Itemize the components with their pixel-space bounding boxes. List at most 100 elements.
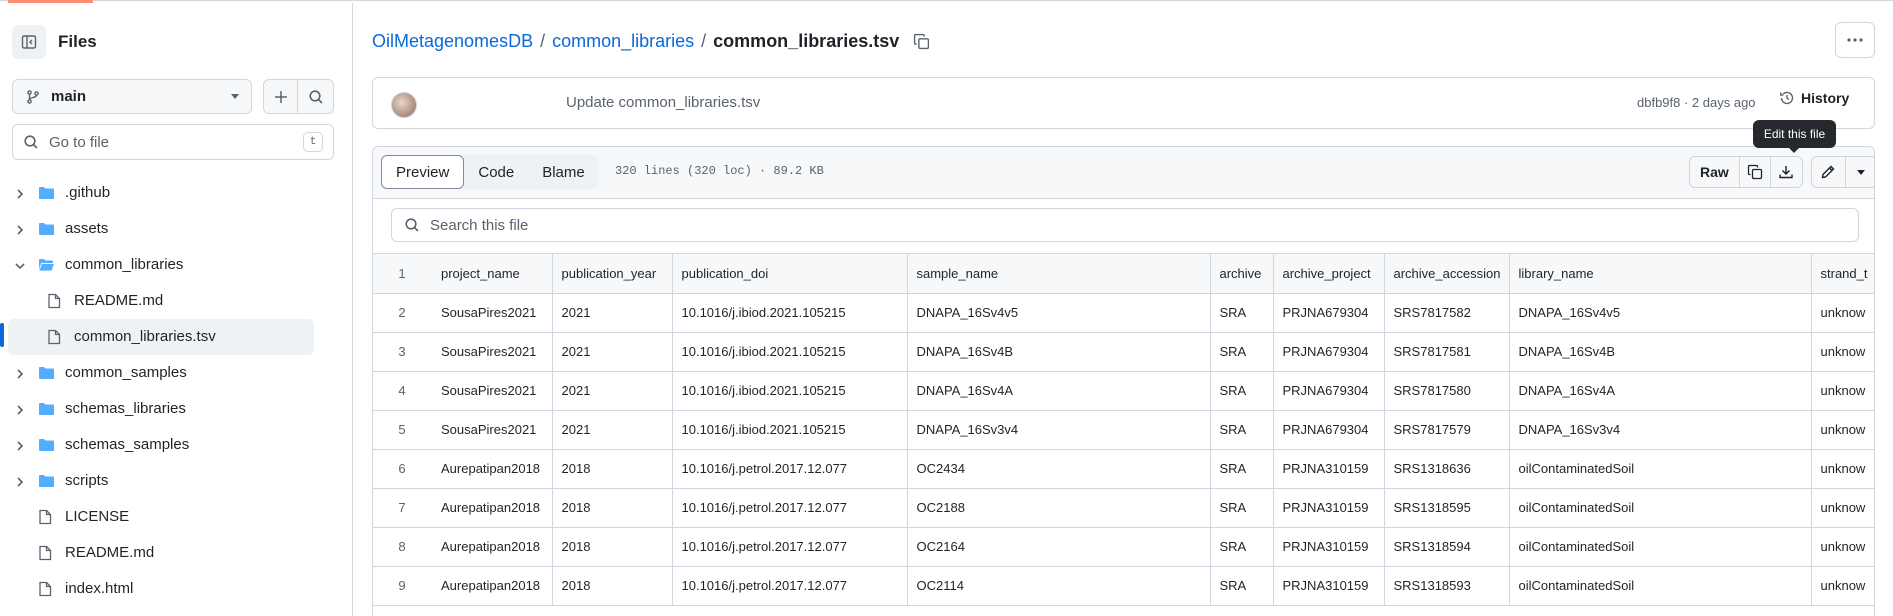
tree-item-label: scripts	[65, 472, 109, 489]
table-cell: PRJNA310159	[1273, 527, 1385, 567]
folder-icon	[38, 221, 55, 241]
top-border	[0, 0, 1893, 1]
file-icon	[47, 329, 61, 349]
latest-commit-bar: Update common_libraries.tsv dbfb9f8 · 2 …	[372, 77, 1875, 129]
table-cell: 2021	[552, 410, 673, 450]
raw-button[interactable]: Raw	[1690, 157, 1740, 187]
line-number[interactable]: 1	[373, 254, 432, 294]
copy-raw-button[interactable]	[1740, 157, 1771, 187]
tree-item-label: README.md	[65, 544, 155, 561]
table-cell: Aurepatipan2018	[432, 488, 553, 528]
view-mode-tabs: Preview Code Blame	[381, 155, 599, 189]
file-tree-sidebar: Files main Go to file t .github assets c…	[0, 3, 353, 616]
copy-icon	[1747, 164, 1762, 180]
branch-selector[interactable]: main	[12, 79, 252, 114]
table-cell: 10.1016/j.ibiod.2021.105215	[672, 293, 908, 333]
breadcrumb-repo-link[interactable]: OilMetagenomesDB	[372, 31, 533, 52]
breadcrumb-separator: /	[701, 30, 707, 51]
commit-sha-and-date[interactable]: dbfb9f8 · 2 days ago	[1637, 95, 1756, 110]
folder-icon	[38, 185, 55, 205]
history-label: History	[1801, 90, 1850, 106]
add-file-button[interactable]	[263, 79, 298, 114]
branch-name: main	[51, 88, 87, 105]
line-number[interactable]: 6	[373, 449, 432, 489]
table-cell: SRS7817581	[1384, 332, 1510, 372]
search-file-placeholder: Search this file	[430, 216, 529, 234]
avatar[interactable]	[391, 92, 417, 118]
breadcrumb-current-file: common_libraries.tsv	[713, 30, 900, 51]
tree-folder-schemas-libraries[interactable]: schemas_libraries	[0, 391, 352, 427]
history-button[interactable]: History	[1779, 90, 1849, 106]
tree-file-readme-root[interactable]: README.md	[0, 535, 352, 571]
line-number[interactable]: 5	[373, 410, 432, 450]
folder-open-icon	[38, 257, 56, 277]
commit-message-link[interactable]: Update common_libraries.tsv	[566, 94, 760, 111]
table-cell: SRA	[1210, 566, 1274, 606]
table-cell: SRA	[1210, 527, 1274, 567]
table-cell: DNAPA_16Sv4A	[907, 371, 1211, 411]
more-options-button[interactable]	[1835, 22, 1875, 58]
tree-folder-github[interactable]: .github	[0, 175, 352, 211]
file-actions: Raw	[1689, 156, 1874, 188]
table-cell: SRS1318594	[1384, 527, 1510, 567]
table-cell: SousaPires2021	[432, 410, 553, 450]
tree-folder-schemas-samples[interactable]: schemas_samples	[0, 427, 352, 463]
tab-preview[interactable]: Preview	[381, 155, 465, 189]
column-header: archive_project	[1273, 254, 1385, 294]
table-cell: unknow	[1811, 527, 1874, 567]
table-cell: PRJNA679304	[1273, 371, 1385, 411]
copy-path-button[interactable]	[913, 33, 930, 50]
search-files-button[interactable]	[297, 79, 334, 114]
tree-item-label: assets	[65, 220, 109, 237]
tree-file-license[interactable]: LICENSE	[0, 499, 352, 535]
tree-item-label: common_libraries.tsv	[74, 328, 216, 345]
tree-folder-assets[interactable]: assets	[0, 211, 352, 247]
tree-item-label: index.html	[65, 580, 134, 597]
table-cell: unknow	[1811, 293, 1874, 333]
line-number[interactable]: 3	[373, 332, 432, 372]
table-cell: DNAPA_16Sv4v5	[1509, 293, 1812, 333]
table-cell: PRJNA679304	[1273, 332, 1385, 372]
tree-file-readme[interactable]: README.md	[0, 283, 352, 319]
line-number[interactable]: 4	[373, 371, 432, 411]
table-cell: SRS7817582	[1384, 293, 1510, 333]
line-number[interactable]: 9	[373, 566, 432, 606]
tree-file-common-libraries-tsv[interactable]: common_libraries.tsv	[8, 319, 314, 355]
column-header: publication_year	[552, 254, 673, 294]
search-icon	[24, 135, 38, 149]
download-button[interactable]	[1771, 157, 1802, 187]
tree-folder-common-libraries[interactable]: common_libraries	[0, 247, 352, 283]
table-cell: unknow	[1811, 566, 1874, 606]
edit-file-button[interactable]	[1812, 157, 1846, 187]
table-cell: Aurepatipan2018	[432, 527, 553, 567]
tree-folder-common-samples[interactable]: common_samples	[0, 355, 352, 391]
tab-blame[interactable]: Blame	[528, 155, 599, 189]
table-cell: unknow	[1811, 371, 1874, 411]
table-row: 2 SousaPires2021 2021 10.1016/j.ibiod.2021.…	[373, 293, 1874, 333]
file-icon	[38, 581, 52, 601]
table-cell: 10.1016/j.ibiod.2021.105215	[672, 332, 908, 372]
breadcrumb-folder-link[interactable]: common_libraries	[552, 31, 694, 52]
file-header: Preview Code Blame 320 lines (320 loc) ·…	[373, 147, 1874, 199]
column-header: archive_accession	[1384, 254, 1510, 294]
table-cell: 2021	[552, 293, 673, 333]
git-branch-icon	[27, 89, 39, 104]
collapse-sidebar-button[interactable]	[12, 25, 46, 59]
file-stats: 320 lines (320 loc) · 89.2 KB	[615, 164, 824, 178]
search-file-input[interactable]: Search this file	[391, 208, 1859, 242]
tree-file-index-html[interactable]: index.html	[0, 571, 352, 607]
table-cell: SousaPires2021	[432, 371, 553, 411]
edit-options-dropdown[interactable]	[1846, 157, 1874, 187]
chevron-right-icon	[14, 403, 26, 420]
tab-code[interactable]: Code	[464, 155, 528, 189]
table-row: 6 Aurepatipan2018 2018 10.1016/j.petrol.201…	[373, 449, 1874, 489]
line-number[interactable]: 8	[373, 527, 432, 567]
go-to-file-input[interactable]: Go to file t	[12, 124, 334, 160]
tree-item-label: .github	[65, 184, 111, 201]
table-cell: OC2434	[907, 449, 1211, 489]
tree-folder-scripts[interactable]: scripts	[0, 463, 352, 499]
line-number[interactable]: 2	[373, 293, 432, 333]
column-header: strand_t	[1811, 254, 1874, 294]
line-number[interactable]: 7	[373, 488, 432, 528]
table-cell: SRS7817580	[1384, 371, 1510, 411]
